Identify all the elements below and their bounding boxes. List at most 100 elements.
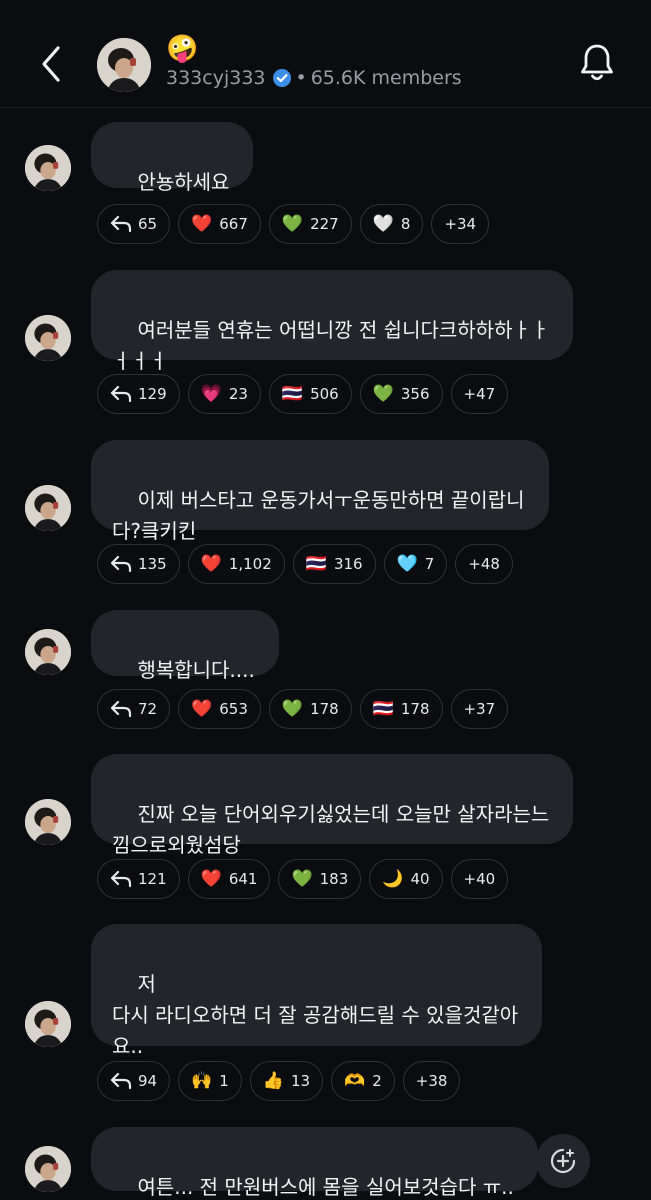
reaction-chip[interactable]: 💚 183: [278, 859, 362, 899]
sender-avatar[interactable]: [25, 799, 71, 845]
reaction-emoji: 🩵: [396, 553, 418, 574]
reaction-chip[interactable]: 🤍 8: [359, 204, 424, 244]
reaction-count: 13: [290, 1072, 311, 1090]
reaction-emoji: 🇹🇭: [281, 383, 304, 404]
reply-button[interactable]: 121: [97, 859, 180, 899]
reaction-emoji: ❤️: [200, 553, 222, 574]
message-bubble[interactable]: 여튼... 전 만원버스에 몸을 실어보것습다 ㅠ..: [91, 1127, 538, 1199]
more-reactions-count: +47: [463, 385, 496, 403]
message-text: 여튼... 전 만원버스에 몸을 실어보것습다 ㅠ..: [137, 1175, 514, 1199]
message-bubble[interactable]: 이제 버스타고 운동가서ㅜ운동만하면 끝이랍니 다?킄키킨: [91, 440, 549, 543]
channel-name[interactable]: 333cyj333: [166, 67, 266, 89]
reaction-chip[interactable]: ❤️ 1,102: [187, 544, 285, 584]
reaction-chip[interactable]: 💚 356: [359, 374, 443, 414]
message-bubble[interactable]: 여러분들 연휴는 어떱니깡 전 쉽니다크하하하ㅏㅏ ㅓㅓㅓ: [91, 270, 574, 373]
reaction-chip[interactable]: 💗 23: [187, 374, 261, 414]
reaction-chip[interactable]: ❤️ 653: [178, 689, 261, 729]
reaction-chip[interactable]: 💚 227: [268, 204, 352, 244]
message-text: 진짜 오늘 단어외우기싫었는데 오늘만 살자라는느 낌으로외웠섬당: [112, 802, 550, 857]
reaction-chip[interactable]: 🇹🇭 506: [268, 374, 352, 414]
sender-avatar[interactable]: [25, 315, 71, 361]
reaction-count: 1,102: [228, 555, 272, 573]
more-reactions-chip[interactable]: +40: [450, 859, 509, 899]
reply-button[interactable]: 129: [97, 374, 180, 414]
more-reactions-count: +37: [463, 700, 496, 718]
more-reactions-chip[interactable]: +34: [431, 204, 490, 244]
reaction-count: 227: [310, 215, 339, 233]
reaction-count: 667: [219, 215, 248, 233]
reply-button[interactable]: 72: [97, 689, 171, 729]
sender-avatar[interactable]: [25, 1001, 71, 1047]
reaction-count: 7: [424, 555, 435, 573]
bell-icon: [581, 44, 613, 81]
reply-count: 135: [138, 555, 167, 573]
channel-info: 333cyj333 • 65.6K members: [166, 67, 462, 89]
more-reactions-chip[interactable]: +38: [402, 1061, 461, 1101]
sender-avatar[interactable]: [25, 1146, 71, 1192]
message-bubble[interactable]: 저 다시 라디오하면 더 잘 공감해드릴 수 있을것같아 요..: [91, 924, 543, 1058]
reply-icon: [110, 215, 132, 233]
reply-button[interactable]: 65: [97, 204, 171, 244]
reaction-chip[interactable]: 🙌 1: [178, 1061, 242, 1101]
reaction-chip[interactable]: 🫶 2: [331, 1061, 395, 1101]
more-reactions-count: +40: [463, 870, 496, 888]
more-reactions-chip[interactable]: +48: [455, 544, 513, 584]
reaction-emoji: 👍: [262, 1070, 284, 1091]
reaction-count: 316: [333, 555, 363, 573]
reply-button[interactable]: 135: [97, 544, 180, 584]
add-reaction-button[interactable]: [536, 1134, 590, 1188]
reaction-emoji: ❤️: [200, 868, 222, 889]
reply-icon: [110, 870, 132, 888]
member-count: 65.6K members: [310, 67, 462, 89]
more-reactions-chip[interactable]: +47: [450, 374, 509, 414]
reply-button[interactable]: 94: [97, 1061, 171, 1101]
reaction-emoji: 🇹🇭: [372, 698, 394, 719]
reply-icon: [110, 1072, 132, 1090]
more-reactions-count: +38: [415, 1072, 448, 1090]
channel-avatar[interactable]: [97, 38, 151, 92]
reaction-count: 653: [219, 700, 248, 718]
reaction-emoji: 🙌: [191, 1070, 213, 1091]
reaction-count: 23: [228, 385, 248, 403]
reaction-count: 183: [319, 870, 349, 888]
message-bubble[interactable]: 행복합니다....: [91, 610, 279, 682]
reaction-chip[interactable]: 💚 178: [268, 689, 352, 729]
reaction-bar: 135 ❤️ 1,102 🇹🇭 316 🩵 7 +48: [97, 544, 513, 584]
reply-icon: [110, 700, 132, 718]
sender-avatar[interactable]: [25, 145, 71, 191]
message-bubble[interactable]: 진짜 오늘 단어외우기싫었는데 오늘만 살자라는느 낌으로외웠섬당: [91, 754, 574, 857]
sender-avatar[interactable]: [25, 485, 71, 531]
reaction-emoji: 🇹🇭: [305, 553, 327, 574]
reaction-chip[interactable]: 🩵 7: [383, 544, 448, 584]
reply-icon: [110, 555, 132, 573]
message-bubble[interactable]: 안뇽하세요: [91, 122, 254, 194]
reaction-emoji: 🤍: [372, 213, 394, 234]
chevron-left-icon: [42, 46, 60, 82]
back-button[interactable]: [36, 44, 68, 84]
reaction-emoji: 🌙: [382, 868, 404, 889]
message-text: 여러분들 연휴는 어떱니깡 전 쉽니다크하하하ㅏㅏ ㅓㅓㅓ: [112, 318, 550, 373]
sender-avatar[interactable]: [25, 629, 71, 675]
more-reactions-chip[interactable]: +37: [450, 689, 509, 729]
reaction-chip[interactable]: 🌙 40: [369, 859, 443, 899]
reaction-chip[interactable]: ❤️ 641: [187, 859, 271, 899]
reaction-emoji: 💗: [200, 383, 222, 404]
add-reaction-icon: [550, 1148, 576, 1174]
reply-icon: [110, 385, 132, 403]
reaction-chip[interactable]: ❤️ 667: [178, 204, 261, 244]
reaction-bar: 94 🙌 1 👍 13 🫶 2 +38: [97, 1061, 461, 1101]
message-text: 안뇽하세요: [137, 170, 230, 194]
reaction-chip[interactable]: 👍 13: [249, 1061, 324, 1101]
reaction-count: 40: [410, 870, 430, 888]
verified-badge-icon: [272, 69, 291, 87]
channel-header: 🤪 333cyj333 • 65.6K members: [0, 0, 651, 108]
reaction-bar: 65 ❤️ 667 💚 227 🤍 8 +34: [97, 204, 490, 244]
reaction-bar: 129 💗 23 🇹🇭 506 💚 356 +47: [97, 374, 509, 414]
reaction-bar: 72 ❤️ 653 💚 178 🇹🇭 178 +37: [97, 689, 509, 729]
channel-emoji: 🤪: [166, 34, 199, 64]
reply-count: 121: [138, 870, 167, 888]
reaction-chip[interactable]: 🇹🇭 316: [292, 544, 376, 584]
reaction-chip[interactable]: 🇹🇭 178: [359, 689, 443, 729]
reaction-count: 178: [400, 700, 430, 718]
notification-button[interactable]: [578, 42, 616, 84]
